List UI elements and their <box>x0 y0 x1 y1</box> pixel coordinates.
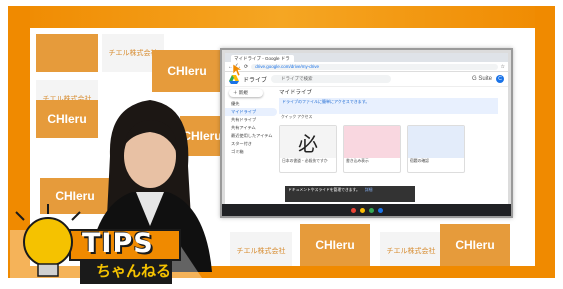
file-caption: 宿題の確認 <box>410 159 429 163</box>
sidebar-item-my-drive[interactable]: マイドライブ <box>225 108 277 116</box>
browser-tab-strip: マイドライブ - Google ドライ <box>225 53 508 68</box>
drive-main: マイドライブ ドライブのファイルに簡単にアクセスできます。 クイック アクセス … <box>279 86 498 204</box>
drive-header: ドライブ ドライブで検索 G Suite C <box>225 72 508 87</box>
backdrop-tile-text: チエル株式会社 <box>230 232 292 266</box>
backdrop-tile <box>36 34 98 72</box>
file-card[interactable]: 書き込み表示 <box>343 125 401 173</box>
page-title[interactable]: マイドライブ <box>279 86 498 98</box>
address-bar[interactable]: drive.google.com/drive/my-drive <box>251 63 498 70</box>
frame-right-bar <box>535 6 555 278</box>
tips-title: TIPS <box>82 228 154 259</box>
app-icon[interactable] <box>359 207 365 213</box>
backdrop-tile-text: チエル株式会社 <box>380 232 442 266</box>
toast-text: ドキュメントやスライドを管理できます。 <box>288 188 360 192</box>
avatar[interactable]: C <box>496 75 504 83</box>
quick-access-cards: 必 日本の書道・必殺技ですか 書き込み表示 宿題の確認 <box>279 125 498 173</box>
quick-access-label: クイック アクセス <box>281 115 313 119</box>
chrome-icon[interactable] <box>350 207 356 213</box>
file-caption: 日本の書道・必殺技ですか <box>282 159 328 163</box>
toast-action-button[interactable]: 詳細 <box>365 188 373 192</box>
sidebar-item-trash[interactable]: ゴミ箱 <box>225 148 277 156</box>
drive-search-input[interactable]: ドライブで検索 <box>271 75 392 83</box>
app-icon[interactable] <box>368 207 374 213</box>
screen-share-monitor: マイドライブ - Google ドライ ← → ⟳ drive.google.c… <box>220 48 513 218</box>
new-button[interactable]: ＋ 新規 <box>229 89 263 97</box>
sidebar-item-shared-with-me[interactable]: 共有アイテム <box>225 124 277 132</box>
sidebar-item-priority[interactable]: 優先 <box>225 100 277 108</box>
browser-window: マイドライブ - Google ドライ ← → ⟳ drive.google.c… <box>225 53 508 204</box>
file-card[interactable]: 必 日本の書道・必殺技ですか <box>279 125 337 173</box>
mouse-cursor-icon <box>233 64 242 76</box>
file-thumbnail <box>344 126 400 158</box>
sidebar-item-shared-drives[interactable]: 共有ドライブ <box>225 116 277 124</box>
backdrop-logo: CHIeru <box>300 224 370 266</box>
frame-top-bar <box>8 6 555 28</box>
tips-channel-logo: TIPS ちゃんねる <box>10 190 206 284</box>
gsuite-label: G Suite <box>471 76 492 82</box>
file-thumbnail: 必 <box>280 126 336 158</box>
drive-sidebar: ＋ 新規 優先 マイドライブ 共有ドライブ 共有アイテム 最近使用したアイテム … <box>225 86 277 204</box>
file-thumbnail <box>408 126 464 158</box>
os-taskbar <box>222 204 511 216</box>
notification-toast: ドキュメントやスライドを管理できます。 詳細 <box>285 186 415 202</box>
app-icon[interactable] <box>377 207 383 213</box>
new-button-label: 新規 <box>238 90 248 95</box>
sidebar-item-recent[interactable]: 最近使用したアイテム <box>225 132 277 140</box>
drive-app-name: ドライブ <box>243 77 268 84</box>
info-banner: ドライブのファイルに簡単にアクセスできます。 <box>279 98 498 114</box>
sidebar-item-starred[interactable]: スター付き <box>225 140 277 148</box>
browser-toolbar: ← → ⟳ drive.google.com/drive/my-drive ☆ <box>225 62 508 72</box>
file-card[interactable]: 宿題の確認 <box>407 125 465 173</box>
plus-icon: ＋ <box>233 90 238 95</box>
backdrop-logo: CHIeru <box>440 224 510 266</box>
tips-subtitle: ちゃんねる <box>96 262 172 280</box>
file-caption: 書き込み表示 <box>346 159 369 163</box>
star-icon[interactable]: ☆ <box>501 64 505 70</box>
browser-tab[interactable]: マイドライブ - Google ドライ <box>231 55 294 68</box>
reload-icon[interactable]: ⟳ <box>244 64 248 70</box>
